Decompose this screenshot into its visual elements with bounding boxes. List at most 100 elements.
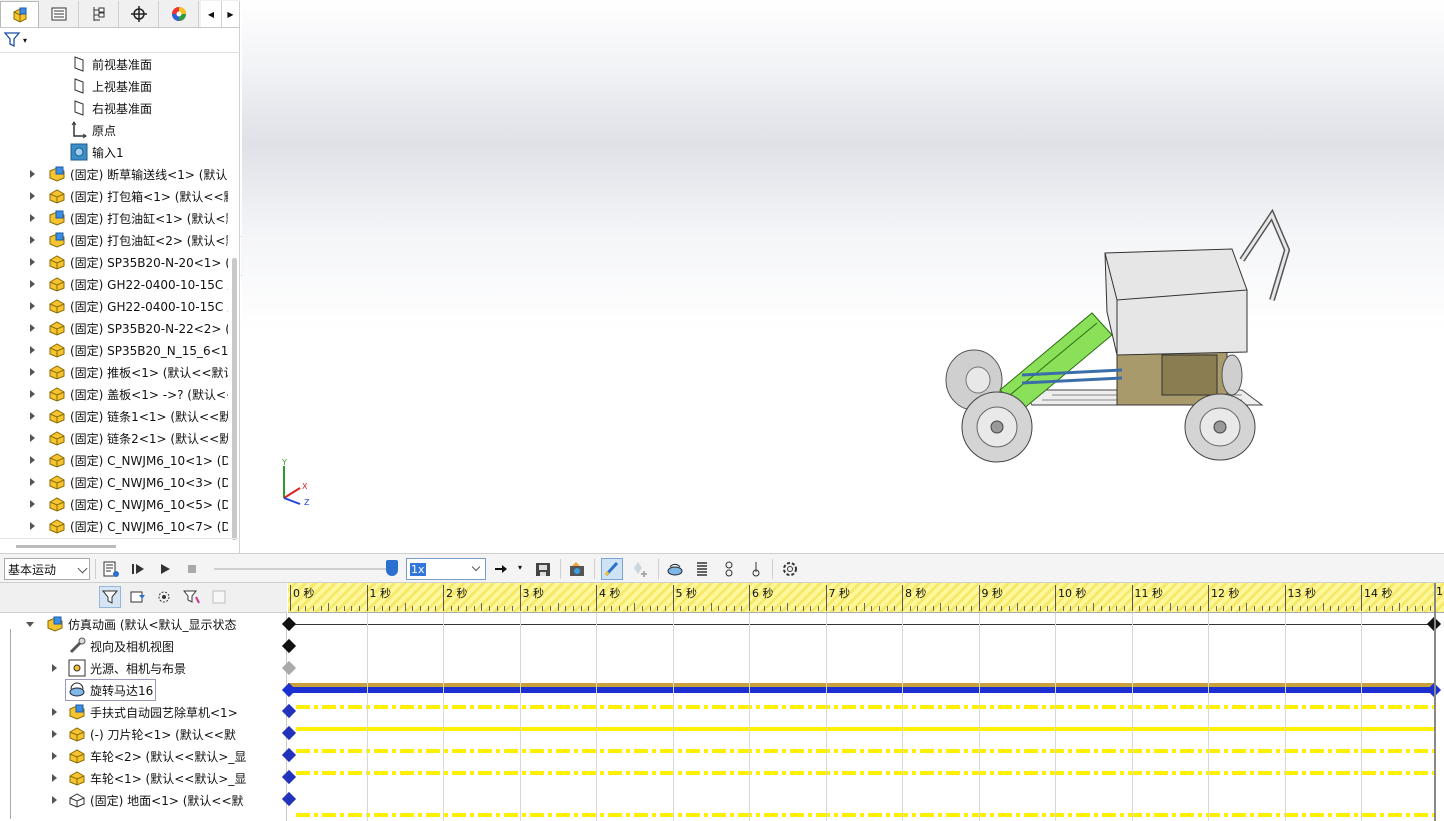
expand-arrow-icon[interactable] xyxy=(30,405,36,427)
expand-arrow-icon[interactable] xyxy=(52,701,58,723)
study-type-select[interactable]: 基本运动 xyxy=(4,558,90,580)
feature-tree-item[interactable]: (固定) 打包油缸<1> (默认<默 xyxy=(48,207,228,229)
feature-tree-item[interactable]: (固定) SP35B20-N-20<1> ( xyxy=(48,251,228,273)
contact-button[interactable] xyxy=(718,558,740,580)
time-minor-tick xyxy=(1108,606,1110,611)
calculate-button[interactable] xyxy=(100,558,122,580)
motion-tree-item[interactable]: 仿真动画 (默认<默认_显示状态 xyxy=(46,613,237,635)
feature-tree-item[interactable]: (固定) 链条1<1> (默认<<默 xyxy=(48,405,228,427)
tree-horizontal-scrollbar[interactable] xyxy=(0,538,240,553)
motion-tree-item[interactable]: 光源、相机与布景 xyxy=(68,657,186,679)
collapse-arrow-icon[interactable] xyxy=(26,613,32,635)
feature-tree-item[interactable]: (固定) 链条2<1> (默认<<默 xyxy=(48,427,228,449)
feature-tree-item[interactable]: (固定) 打包油缸<2> (默认<默 xyxy=(48,229,228,251)
feature-tree-item[interactable]: (固定) C_NWJM6_10<1> (D xyxy=(48,449,228,471)
playback-speed-select[interactable]: 1x xyxy=(406,558,486,580)
expand-arrow-icon[interactable] xyxy=(30,361,36,383)
subassembly-icon xyxy=(48,231,66,249)
motion-manager-toolbar: 基本运动 1x ▾ xyxy=(0,553,1444,583)
playback-slider[interactable] xyxy=(214,568,392,570)
time-minor-tick xyxy=(458,606,460,611)
playback-slider-thumb[interactable] xyxy=(386,560,398,576)
expand-arrow-icon[interactable] xyxy=(30,295,36,317)
collapse-button[interactable] xyxy=(208,586,230,608)
filter-driving-button[interactable] xyxy=(127,586,149,608)
feature-tree-item[interactable]: (固定) GH22-0400-10-15C 点 xyxy=(48,273,228,295)
feature-tree-item[interactable]: 右视基准面 xyxy=(70,97,152,119)
configuration-manager-tab[interactable] xyxy=(80,1,119,27)
tabs-scroll-right[interactable]: ▶ xyxy=(222,1,240,27)
expand-arrow-icon[interactable] xyxy=(52,767,58,789)
feature-tree-item[interactable]: 上视基准面 xyxy=(70,75,152,97)
animation-wizard-button[interactable] xyxy=(566,558,588,580)
expand-arrow-icon[interactable] xyxy=(30,317,36,339)
filter-selected-button[interactable] xyxy=(154,586,176,608)
expand-arrow-icon[interactable] xyxy=(30,207,36,229)
stop-button[interactable] xyxy=(181,558,203,580)
feature-tree-item[interactable]: (固定) GH22-0400-10-15C 点 xyxy=(48,295,228,317)
expand-arrow-icon[interactable] xyxy=(30,251,36,273)
expand-arrow-icon[interactable] xyxy=(30,185,36,207)
expand-arrow-icon[interactable] xyxy=(52,745,58,767)
feature-tree-item[interactable]: (固定) C_NWJM6_10<7> (D xyxy=(48,515,228,537)
expand-arrow-icon[interactable] xyxy=(30,449,36,471)
motion-tree-item[interactable]: 旋转马达16 xyxy=(65,679,157,701)
playback-mode-button[interactable] xyxy=(490,558,512,580)
play-button[interactable] xyxy=(154,558,176,580)
filter-results-button[interactable] xyxy=(181,586,203,608)
feature-tree-item[interactable]: 输入1 xyxy=(70,141,124,163)
motion-tree-item[interactable]: (固定) 地面<1> (默认<<默 xyxy=(68,789,244,811)
expand-arrow-icon[interactable] xyxy=(30,471,36,493)
time-minor-tick xyxy=(680,606,682,611)
display-manager-tab[interactable] xyxy=(160,1,199,27)
save-animation-button[interactable] xyxy=(532,558,554,580)
expand-arrow-icon[interactable] xyxy=(30,163,36,185)
filter-button[interactable]: ▾ xyxy=(4,32,27,48)
motion-tree-item[interactable]: 车轮<2> (默认<<默认>_显 xyxy=(68,745,246,767)
motion-tree-item[interactable]: (-) 刀片轮<1> (默认<<默 xyxy=(68,723,236,745)
expand-arrow-icon[interactable] xyxy=(30,493,36,515)
tree-scrollbar[interactable] xyxy=(232,258,237,540)
time-minor-tick xyxy=(397,606,399,611)
feature-tree-item[interactable]: (固定) 推板<1> (默认<<默认 xyxy=(48,361,228,383)
autokey-button[interactable] xyxy=(601,558,623,580)
feature-tree-item[interactable]: (固定) C_NWJM6_10<3> (D xyxy=(48,471,228,493)
expand-arrow-icon[interactable] xyxy=(30,427,36,449)
timeline-area[interactable]: 0 秒 1 秒 2 秒 3 秒 4 秒 5 秒 6 秒 7 秒 8 秒 9 秒 10 秒 11 秒 12… xyxy=(281,583,1444,821)
feature-tree-item[interactable]: (固定) 打包箱<1> (默认<<默 xyxy=(48,185,228,207)
timeline-gridline xyxy=(1055,613,1056,821)
graphics-area[interactable]: Y X Z xyxy=(242,0,1444,553)
feature-tree-item[interactable]: (固定) C_NWJM6_10<5> (D xyxy=(48,493,228,515)
property-manager-tab[interactable] xyxy=(40,1,79,27)
feature-manager-tab[interactable] xyxy=(0,1,39,27)
motor-button[interactable] xyxy=(664,558,686,580)
expand-arrow-icon[interactable] xyxy=(30,339,36,361)
expand-arrow-icon[interactable] xyxy=(52,789,58,811)
playback-mode-dropdown[interactable]: ▾ xyxy=(518,563,522,572)
expand-arrow-icon[interactable] xyxy=(30,229,36,251)
filter-animated-button[interactable] xyxy=(99,586,121,608)
motion-tree-item[interactable]: 手扶式自动园艺除草机<1> xyxy=(68,701,238,723)
feature-tree-item[interactable]: (固定) 盖板<1> ->? (默认<< xyxy=(48,383,228,405)
feature-tree-item[interactable]: (固定) 断草输送线<1> (默认 xyxy=(48,163,227,185)
subassembly-icon xyxy=(48,165,66,183)
dimxpert-manager-tab[interactable] xyxy=(120,1,159,27)
feature-tree-item[interactable]: (固定) SP35B20-N-22<2> ( xyxy=(48,317,228,339)
expand-arrow-icon[interactable] xyxy=(30,383,36,405)
spring-button[interactable] xyxy=(691,558,713,580)
motion-tree-item[interactable]: 车轮<1> (默认<<默认>_显 xyxy=(68,767,246,789)
feature-tree-item[interactable]: 原点 xyxy=(70,119,116,141)
expand-arrow-icon[interactable] xyxy=(52,657,58,679)
study-properties-button[interactable] xyxy=(779,558,801,580)
feature-tree-item[interactable]: 前视基准面 xyxy=(70,53,152,75)
motion-tree-item[interactable]: 视向及相机视图 xyxy=(68,635,174,657)
expand-arrow-icon[interactable] xyxy=(52,723,58,745)
play-from-start-button[interactable] xyxy=(127,558,149,580)
expand-arrow-icon[interactable] xyxy=(30,515,36,537)
time-ruler[interactable]: 0 秒 1 秒 2 秒 3 秒 4 秒 5 秒 6 秒 7 秒 8 秒 9 秒 10 秒 11 秒 12… xyxy=(288,583,1444,613)
feature-tree-item[interactable]: (固定) SP35B20_N_15_6<1> xyxy=(48,339,228,361)
expand-arrow-icon[interactable] xyxy=(30,273,36,295)
add-key-button[interactable] xyxy=(628,558,650,580)
tabs-scroll-left[interactable]: ◀ xyxy=(201,1,222,27)
gravity-button[interactable] xyxy=(745,558,767,580)
